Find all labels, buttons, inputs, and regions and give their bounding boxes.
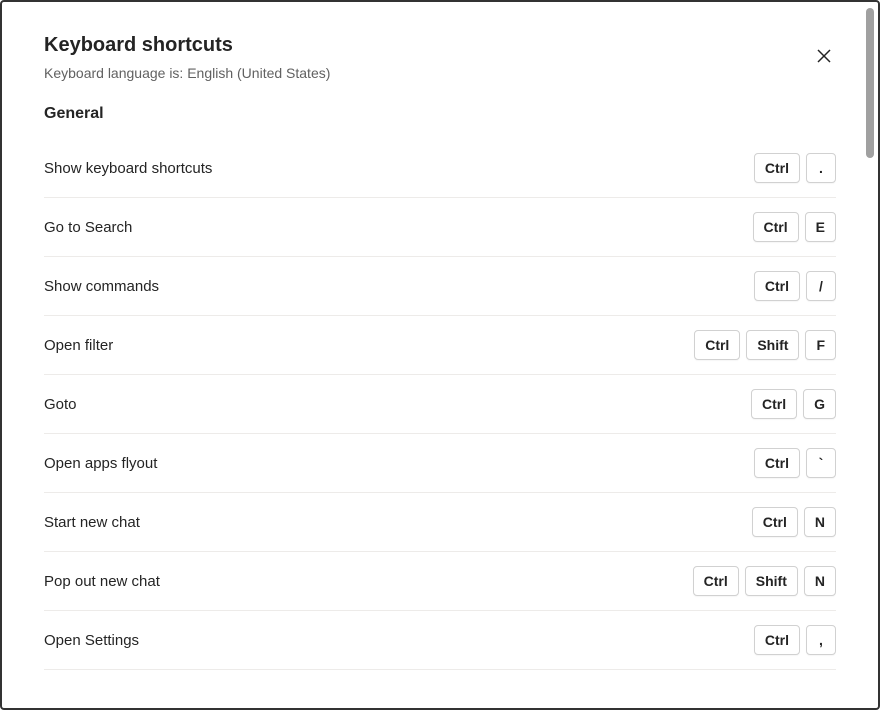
keyboard-key: / bbox=[806, 271, 836, 301]
shortcut-label: Goto bbox=[44, 396, 77, 413]
keyboard-key: Ctrl bbox=[751, 389, 797, 419]
keyboard-key: N bbox=[804, 566, 836, 596]
shortcut-keys: CtrlShiftF bbox=[694, 330, 836, 360]
keyboard-key: Ctrl bbox=[752, 507, 798, 537]
shortcut-row: Pop out new chat CtrlShiftN bbox=[44, 552, 836, 611]
keyboard-key: E bbox=[805, 212, 836, 242]
dialog-subtitle: Keyboard language is: English (United St… bbox=[44, 65, 836, 81]
shortcut-keys: CtrlG bbox=[751, 389, 836, 419]
keyboard-key: Ctrl bbox=[694, 330, 740, 360]
keyboard-key: F bbox=[805, 330, 836, 360]
shortcut-keys: Ctrl, bbox=[754, 625, 836, 655]
shortcut-row: Open Settings Ctrl, bbox=[44, 611, 836, 670]
shortcut-keys: Ctrl` bbox=[754, 448, 836, 478]
keyboard-key: Ctrl bbox=[754, 625, 800, 655]
shortcut-keys: Ctrl/ bbox=[754, 271, 836, 301]
shortcut-label: Show keyboard shortcuts bbox=[44, 160, 212, 177]
keyboard-key: Ctrl bbox=[753, 212, 799, 242]
scrollbar-thumb[interactable] bbox=[866, 8, 874, 158]
shortcut-keys: CtrlE bbox=[753, 212, 836, 242]
shortcut-row: Open apps flyout Ctrl` bbox=[44, 434, 836, 493]
keyboard-key: . bbox=[806, 153, 836, 183]
shortcut-keys: CtrlShiftN bbox=[693, 566, 836, 596]
dialog-title: Keyboard shortcuts bbox=[44, 34, 836, 57]
keyboard-key: ` bbox=[806, 448, 836, 478]
keyboard-key: Ctrl bbox=[693, 566, 739, 596]
dialog-content: Keyboard shortcuts Keyboard language is:… bbox=[44, 34, 836, 674]
shortcut-label: Pop out new chat bbox=[44, 573, 160, 590]
keyboard-key: G bbox=[803, 389, 836, 419]
shortcut-row: Show commands Ctrl/ bbox=[44, 257, 836, 316]
shortcut-row: Show keyboard shortcuts Ctrl. bbox=[44, 139, 836, 198]
shortcut-label: Open apps flyout bbox=[44, 455, 157, 472]
keyboard-shortcuts-dialog: Keyboard shortcuts Keyboard language is:… bbox=[2, 2, 878, 708]
shortcut-keys: CtrlN bbox=[752, 507, 836, 537]
shortcut-row: Start new chat CtrlN bbox=[44, 493, 836, 552]
shortcut-label: Start new chat bbox=[44, 514, 140, 531]
shortcut-label: Open filter bbox=[44, 337, 113, 354]
shortcut-label: Go to Search bbox=[44, 219, 132, 236]
section-heading-general: General bbox=[44, 105, 836, 123]
keyboard-key: Shift bbox=[746, 330, 799, 360]
shortcuts-list: Show keyboard shortcuts Ctrl. Go to Search… bbox=[44, 139, 836, 670]
keyboard-key: Shift bbox=[745, 566, 798, 596]
shortcut-row: Open filter CtrlShiftF bbox=[44, 316, 836, 375]
shortcut-row: Goto CtrlG bbox=[44, 375, 836, 434]
shortcut-row: Go to Search CtrlE bbox=[44, 198, 836, 257]
shortcut-keys: Ctrl. bbox=[754, 153, 836, 183]
shortcut-label: Show commands bbox=[44, 278, 159, 295]
keyboard-key: , bbox=[806, 625, 836, 655]
keyboard-key: Ctrl bbox=[754, 153, 800, 183]
keyboard-key: Ctrl bbox=[754, 271, 800, 301]
shortcut-label: Open Settings bbox=[44, 632, 139, 649]
keyboard-key: N bbox=[804, 507, 836, 537]
keyboard-key: Ctrl bbox=[754, 448, 800, 478]
